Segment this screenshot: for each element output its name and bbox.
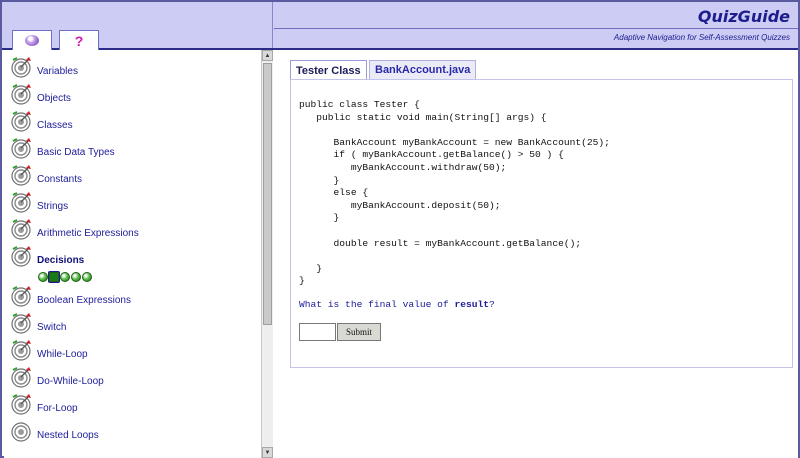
- scrollbar-thumb[interactable]: [263, 63, 272, 325]
- question-suffix: ?: [489, 299, 495, 310]
- header-line: [274, 28, 798, 29]
- sidebar-item-label: Arithmetic Expressions: [37, 228, 139, 239]
- header: QuizGuide Adaptive Navigation for Self-A…: [2, 2, 798, 50]
- app-window: QuizGuide Adaptive Navigation for Self-A…: [0, 0, 800, 458]
- question-text: What is the final value of result?: [299, 299, 495, 310]
- quiz-list: [38, 272, 92, 282]
- answer-input[interactable]: [299, 323, 336, 341]
- quiz-dot-icon[interactable]: [71, 272, 81, 282]
- target-arrow-icon: [10, 56, 32, 78]
- sidebar-item-label: Decisions: [37, 255, 85, 266]
- target-arrow-icon: [10, 339, 32, 361]
- target-arrow-icon: [10, 110, 32, 132]
- quiz-dot-icon[interactable]: [38, 272, 48, 282]
- target-arrow-icon: [10, 312, 32, 334]
- sidebar-item-label: Constants: [37, 174, 83, 185]
- sidebar-item-label: Variables: [37, 66, 78, 77]
- help-question-icon: ?: [74, 32, 84, 49]
- target-icon: [10, 420, 32, 442]
- scroll-down-arrow-icon[interactable]: ▼: [262, 447, 273, 458]
- tab-quizzes[interactable]: [12, 30, 52, 50]
- target-arrow-icon: [10, 164, 32, 186]
- sidebar-scrollbar[interactable]: ▲ ▼: [261, 50, 273, 458]
- target-arrow-icon: [10, 393, 32, 415]
- target-arrow-icon: [10, 285, 32, 307]
- sidebar-item-label: Basic Data Types: [37, 147, 115, 158]
- sidebar-item-label: Objects: [37, 93, 71, 104]
- tab-bankaccount-java[interactable]: BankAccount.java: [369, 60, 477, 79]
- app-subtitle: Adaptive Navigation for Self-Assessment …: [613, 33, 790, 42]
- quiz-ball-icon: [25, 35, 39, 46]
- sidebar-item-label: Switch: [37, 322, 67, 333]
- sidebar-item-label: Boolean Expressions: [37, 295, 131, 306]
- quiz-dot-icon[interactable]: [49, 272, 59, 282]
- target-arrow-icon: [10, 245, 32, 267]
- tab-tester-class[interactable]: Tester Class: [290, 60, 367, 80]
- quiz-dot-icon[interactable]: [82, 272, 92, 282]
- target-arrow-icon: [10, 137, 32, 159]
- question-variable: result: [454, 299, 489, 310]
- sidebar-item-label: Strings: [37, 201, 69, 212]
- target-arrow-icon: [10, 218, 32, 240]
- sidebar-item-label: Classes: [37, 120, 73, 131]
- tab-help[interactable]: ?: [59, 30, 99, 50]
- app-title: QuizGuide: [697, 7, 790, 26]
- topic-sidebar: Variables Objects Classes Basic Data Types C…: [4, 50, 261, 458]
- sidebar-item-label: Nested Loops: [37, 430, 99, 441]
- code-listing: public class Tester { public static void…: [299, 99, 610, 287]
- sidebar-item-label: While-Loop: [37, 349, 88, 360]
- sidebar-item-label: For-Loop: [37, 403, 78, 414]
- quiz-dot-icon[interactable]: [60, 272, 70, 282]
- target-arrow-icon: [10, 191, 32, 213]
- code-panel: public class Tester { public static void…: [290, 79, 793, 368]
- submit-button[interactable]: Submit: [337, 323, 381, 341]
- scroll-up-arrow-icon[interactable]: ▲: [262, 50, 273, 61]
- target-arrow-icon: [10, 366, 32, 388]
- question-prefix: What is the final value of: [299, 299, 455, 310]
- target-arrow-icon: [10, 83, 32, 105]
- header-divider: [272, 2, 273, 48]
- main-content: Tester Class BankAccount.java public cla…: [273, 50, 798, 458]
- sidebar-item-label: Do-While-Loop: [37, 376, 104, 387]
